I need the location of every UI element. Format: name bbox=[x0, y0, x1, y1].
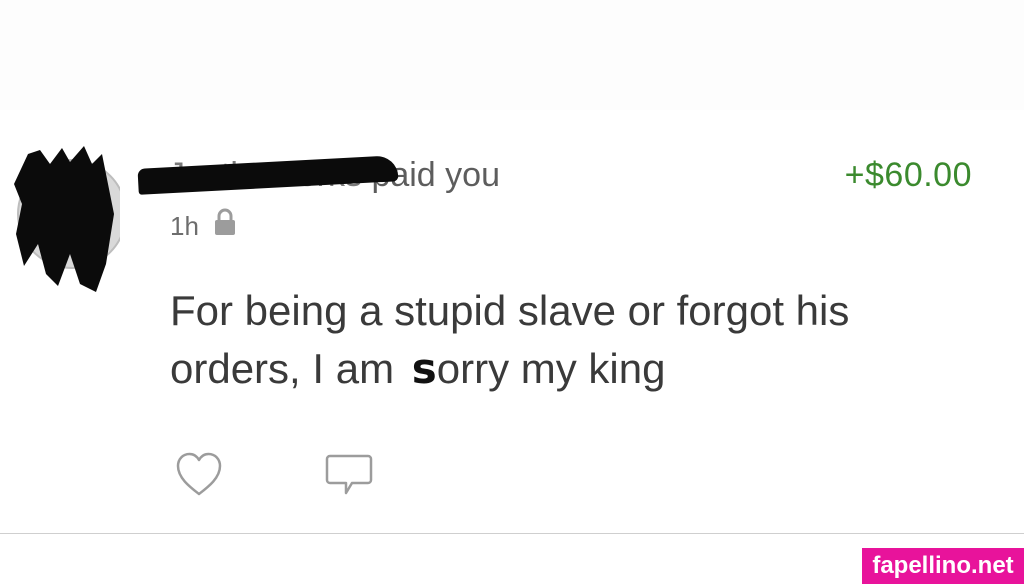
like-button[interactable] bbox=[172, 448, 226, 502]
story-meta: 1h bbox=[170, 208, 237, 243]
payer-name[interactable]: Justin Works bbox=[137, 155, 399, 195]
payment-note: For being a stupid slave or forgot his o… bbox=[170, 282, 990, 398]
bottom-divider bbox=[0, 533, 1024, 534]
lock-icon bbox=[213, 208, 237, 243]
timestamp: 1h bbox=[170, 211, 199, 241]
note-highlighted-s: s bbox=[411, 344, 437, 393]
redacted-avatar-scribble bbox=[14, 146, 120, 292]
top-blank-area bbox=[0, 0, 1024, 110]
avatar[interactable] bbox=[10, 144, 120, 294]
payment-amount: +$60.00 bbox=[844, 156, 972, 194]
payment-note-line-1: For being a stupid slave or forgot his bbox=[170, 287, 850, 334]
note-text-after: orry my king bbox=[436, 345, 666, 392]
comment-button[interactable] bbox=[322, 448, 376, 502]
story-actions bbox=[172, 448, 376, 502]
payment-story: Justin Works paid you +$60.00 1h For bei… bbox=[0, 110, 1024, 534]
note-text-before: orders, I am bbox=[170, 345, 395, 392]
watermark: fapellino.net bbox=[862, 548, 1024, 584]
payment-note-line-2: orders, I am sorry my king bbox=[170, 340, 990, 398]
payment-header: Justin Works paid you bbox=[137, 155, 500, 195]
heart-icon bbox=[176, 452, 222, 496]
comment-icon bbox=[325, 454, 373, 495]
